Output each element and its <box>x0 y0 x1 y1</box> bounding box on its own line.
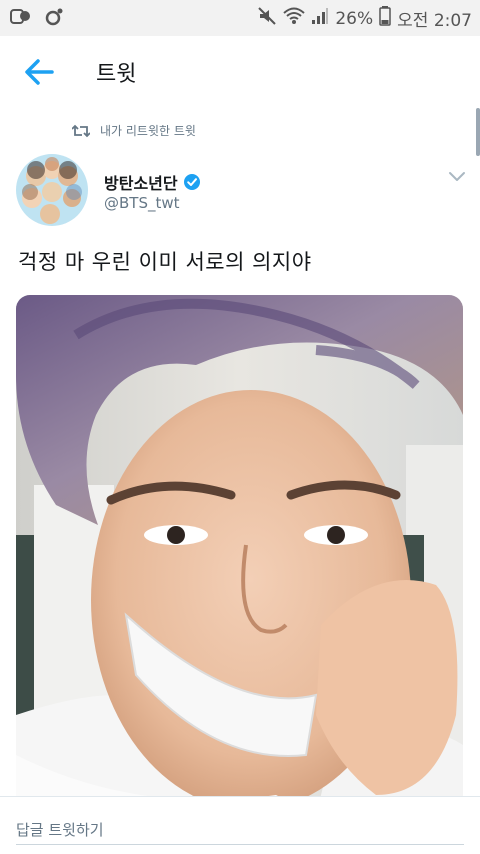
reply-input[interactable]: 답글 트윗하기 <box>16 819 104 840</box>
battery-icon <box>379 6 391 31</box>
app-notification-icon <box>10 7 32 31</box>
avatar[interactable] <box>16 154 88 226</box>
status-time: 오전 2:07 <box>397 11 472 31</box>
tweet-photo[interactable] <box>16 295 463 796</box>
author-name-row[interactable]: 방탄소년단 <box>104 170 200 194</box>
battery-percent: 26% <box>335 8 374 29</box>
tweet-options-button[interactable] <box>448 168 466 182</box>
retweet-context: 내가 리트윗한 트윗 <box>72 122 196 139</box>
retweet-icon <box>72 124 90 137</box>
scrollbar[interactable] <box>476 108 480 156</box>
retweet-label: 내가 리트윗한 트윗 <box>100 124 196 138</box>
user-handle[interactable]: @BTS_twt <box>104 194 180 212</box>
wifi-icon <box>283 6 306 31</box>
chevron-down-icon <box>449 172 465 181</box>
app-header: 트윗 <box>0 36 480 107</box>
verified-badge-icon <box>183 174 200 190</box>
status-right-icons: 26% 오전 2:07 <box>257 6 472 31</box>
tweet-detail: 내가 리트윗한 트윗 방탄소년단 @BTS_twt 걱정 마 우린 이미 서로의… <box>0 106 480 796</box>
camera-icon <box>44 7 64 31</box>
mute-icon <box>257 6 277 31</box>
page-title: 트윗 <box>96 62 137 87</box>
display-name[interactable]: 방탄소년단 <box>104 170 178 194</box>
status-left-icons <box>10 7 64 31</box>
reply-bar[interactable]: 답글 트윗하기 <box>0 796 480 854</box>
tweet-text: 걱정 마 우린 이미 서로의 의지야 <box>18 250 312 274</box>
signal-icon <box>311 6 329 31</box>
back-button[interactable] <box>22 54 58 90</box>
arrow-left-icon <box>25 59 54 85</box>
status-bar: 26% 오전 2:07 <box>0 0 480 36</box>
reply-underline <box>16 844 464 845</box>
